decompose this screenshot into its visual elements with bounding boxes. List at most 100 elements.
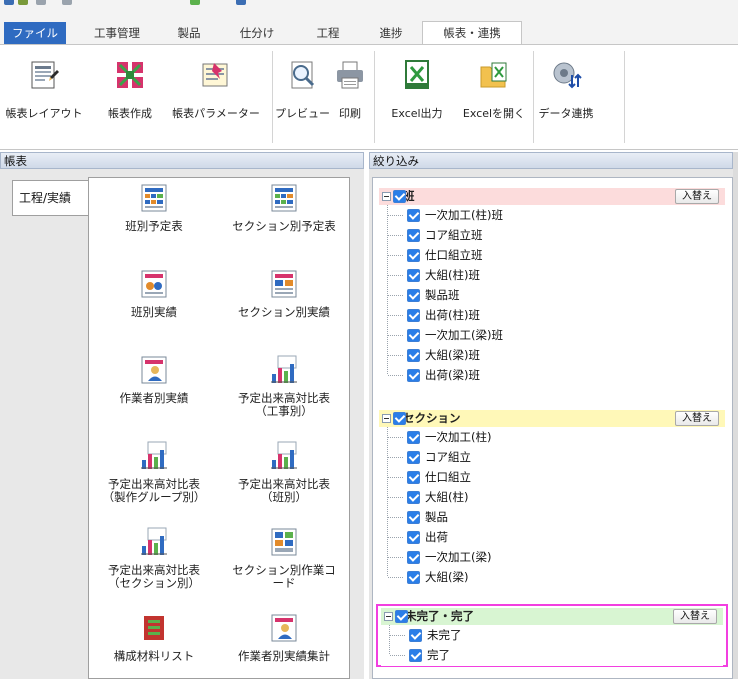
item-checkbox[interactable] xyxy=(407,209,420,222)
report-worker-summary[interactable]: 作業者別実績集計 xyxy=(219,612,349,663)
filter-item[interactable]: 一次加工(梁)班 xyxy=(379,325,725,345)
tab-file[interactable]: ファイル xyxy=(4,22,66,44)
printer-icon xyxy=(337,61,363,89)
report-comparison-by-group[interactable]: 予定出来高対比表 （班別） xyxy=(219,440,349,504)
report-parameter-label: 帳表パラメーター xyxy=(172,107,260,120)
report-pane: 工程/実績 班別予定表 セクション別予定表 班別実績 セクション別実績 作業者別… xyxy=(0,169,364,679)
tab-progress[interactable]: 進捗 xyxy=(371,23,411,43)
item-label: 一次加工(柱) xyxy=(425,430,492,444)
toolbar-green-icon[interactable] xyxy=(190,0,200,5)
tab-process[interactable]: 工程 xyxy=(308,23,348,43)
filter-item[interactable]: 製品班 xyxy=(379,285,725,305)
report-label: 班別実績 xyxy=(131,305,177,319)
item-checkbox[interactable] xyxy=(407,551,420,564)
report-comparison-by-production-group[interactable]: 予定出来高対比表 （製作グループ別） xyxy=(89,440,219,504)
group-checkbox[interactable] xyxy=(393,190,406,203)
report-comparison-by-project[interactable]: 予定出来高対比表 （工事別） xyxy=(219,354,349,418)
filter-item[interactable]: 製品 xyxy=(379,507,725,527)
item-label: 大組(梁)班 xyxy=(425,348,480,362)
excel-output-button[interactable]: Excel出力 xyxy=(380,59,454,121)
item-checkbox[interactable] xyxy=(407,471,420,484)
filter-item[interactable]: 大組(梁) xyxy=(379,567,725,587)
report-layout-button[interactable]: 帳表レイアウト xyxy=(0,59,88,121)
report-parameter-button[interactable]: 帳表パラメーター xyxy=(168,59,264,121)
tab-products[interactable]: 製品 xyxy=(169,23,209,43)
report-group-results[interactable]: 班別実績 xyxy=(89,268,219,319)
item-checkbox[interactable] xyxy=(407,249,420,262)
filter-item[interactable]: 仕口組立班 xyxy=(379,245,725,265)
excel-open-button[interactable]: Excelを開く xyxy=(458,59,530,121)
filter-item[interactable]: 未完了 xyxy=(381,625,723,645)
item-checkbox[interactable] xyxy=(407,431,420,444)
group-checkbox[interactable] xyxy=(393,412,406,425)
filter-item[interactable]: 大組(柱)班 xyxy=(379,265,725,285)
item-label: 製品班 xyxy=(425,288,460,302)
group-results-icon xyxy=(141,270,167,298)
report-section-work-code[interactable]: セクション別作業コ ード xyxy=(219,526,349,590)
collapse-icon[interactable] xyxy=(384,612,393,621)
excel-open-label: Excelを開く xyxy=(462,107,526,120)
report-worker-results[interactable]: 作業者別実績 xyxy=(89,354,219,405)
report-parameter-icon xyxy=(202,63,228,87)
report-section-results[interactable]: セクション別実績 xyxy=(219,268,349,319)
comparison-chart-icon xyxy=(141,527,167,555)
excel-open-icon xyxy=(480,62,507,88)
filter-item[interactable]: 大組(柱) xyxy=(379,487,725,507)
item-checkbox[interactable] xyxy=(407,571,420,584)
item-label: 出荷 xyxy=(425,530,448,544)
filter-item[interactable]: 一次加工(柱)班 xyxy=(379,205,725,225)
data-link-button[interactable]: データ連携 xyxy=(536,59,596,121)
report-label: 作業者別実績集計 xyxy=(238,649,330,663)
report-label: セクション別実績 xyxy=(238,305,330,319)
tab-report-link[interactable]: 帳表・連携 xyxy=(422,21,522,45)
item-checkbox[interactable] xyxy=(407,349,420,362)
tab-sorting[interactable]: 仕分け xyxy=(232,23,282,43)
item-label: 大組(梁) xyxy=(425,570,469,584)
swap-button[interactable]: 入替え xyxy=(673,609,717,624)
item-checkbox[interactable] xyxy=(407,369,420,382)
print-button[interactable]: 印刷 xyxy=(330,59,370,121)
filter-item[interactable]: 一次加工(柱) xyxy=(379,427,725,447)
report-section-schedule[interactable]: セクション別予定表 xyxy=(219,182,349,233)
filter-item[interactable]: 出荷 xyxy=(379,527,725,547)
collapse-icon[interactable] xyxy=(382,414,391,423)
filter-tree: 班 入替え 一次加工(柱)班 コア組立班 仕口組立班 大組(柱)班 製品班 出荷… xyxy=(372,177,733,679)
filter-item[interactable]: 仕口組立 xyxy=(379,467,725,487)
preview-button[interactable]: プレビュー xyxy=(275,59,330,121)
toolbar-globe-icon[interactable] xyxy=(236,0,246,5)
item-checkbox[interactable] xyxy=(407,451,420,464)
report-materials-list[interactable]: 構成材料リスト xyxy=(89,612,219,663)
save-icon[interactable] xyxy=(18,0,28,5)
item-label: 仕口組立班 xyxy=(425,248,483,262)
item-checkbox[interactable] xyxy=(407,491,420,504)
item-checkbox[interactable] xyxy=(407,269,420,282)
item-checkbox[interactable] xyxy=(407,511,420,524)
report-comparison-by-section[interactable]: 予定出来高対比表 （セクション別） xyxy=(89,526,219,590)
filter-item[interactable]: 出荷(梁)班 xyxy=(379,365,725,385)
item-checkbox[interactable] xyxy=(407,289,420,302)
filter-item[interactable]: 大組(梁)班 xyxy=(379,345,725,365)
report-group-schedule[interactable]: 班別予定表 xyxy=(89,182,219,233)
swap-button[interactable]: 入替え xyxy=(675,411,719,426)
filter-item[interactable]: 一次加工(梁) xyxy=(379,547,725,567)
group-checkbox[interactable] xyxy=(395,610,408,623)
undo-icon[interactable] xyxy=(36,0,46,5)
filter-item[interactable]: 出荷(柱)班 xyxy=(379,305,725,325)
tab-construction[interactable]: 工事管理 xyxy=(86,23,148,43)
filter-item[interactable]: コア組立班 xyxy=(379,225,725,245)
item-checkbox[interactable] xyxy=(407,309,420,322)
item-checkbox[interactable] xyxy=(409,649,422,662)
item-checkbox[interactable] xyxy=(409,629,422,642)
redo-icon[interactable] xyxy=(62,0,72,5)
filter-item[interactable]: コア組立 xyxy=(379,447,725,467)
schedule-report-icon xyxy=(141,184,167,212)
item-checkbox[interactable] xyxy=(407,531,420,544)
swap-button[interactable]: 入替え xyxy=(675,189,719,204)
item-checkbox[interactable] xyxy=(407,329,420,342)
filter-item[interactable]: 完了 xyxy=(381,645,723,665)
collapse-icon[interactable] xyxy=(382,192,391,201)
tab-process-results[interactable]: 工程/実績 xyxy=(12,180,88,216)
report-create-button[interactable]: 帳表作成 xyxy=(98,59,162,121)
item-checkbox[interactable] xyxy=(407,229,420,242)
filter-group-header: セクション 入替え xyxy=(379,410,725,427)
